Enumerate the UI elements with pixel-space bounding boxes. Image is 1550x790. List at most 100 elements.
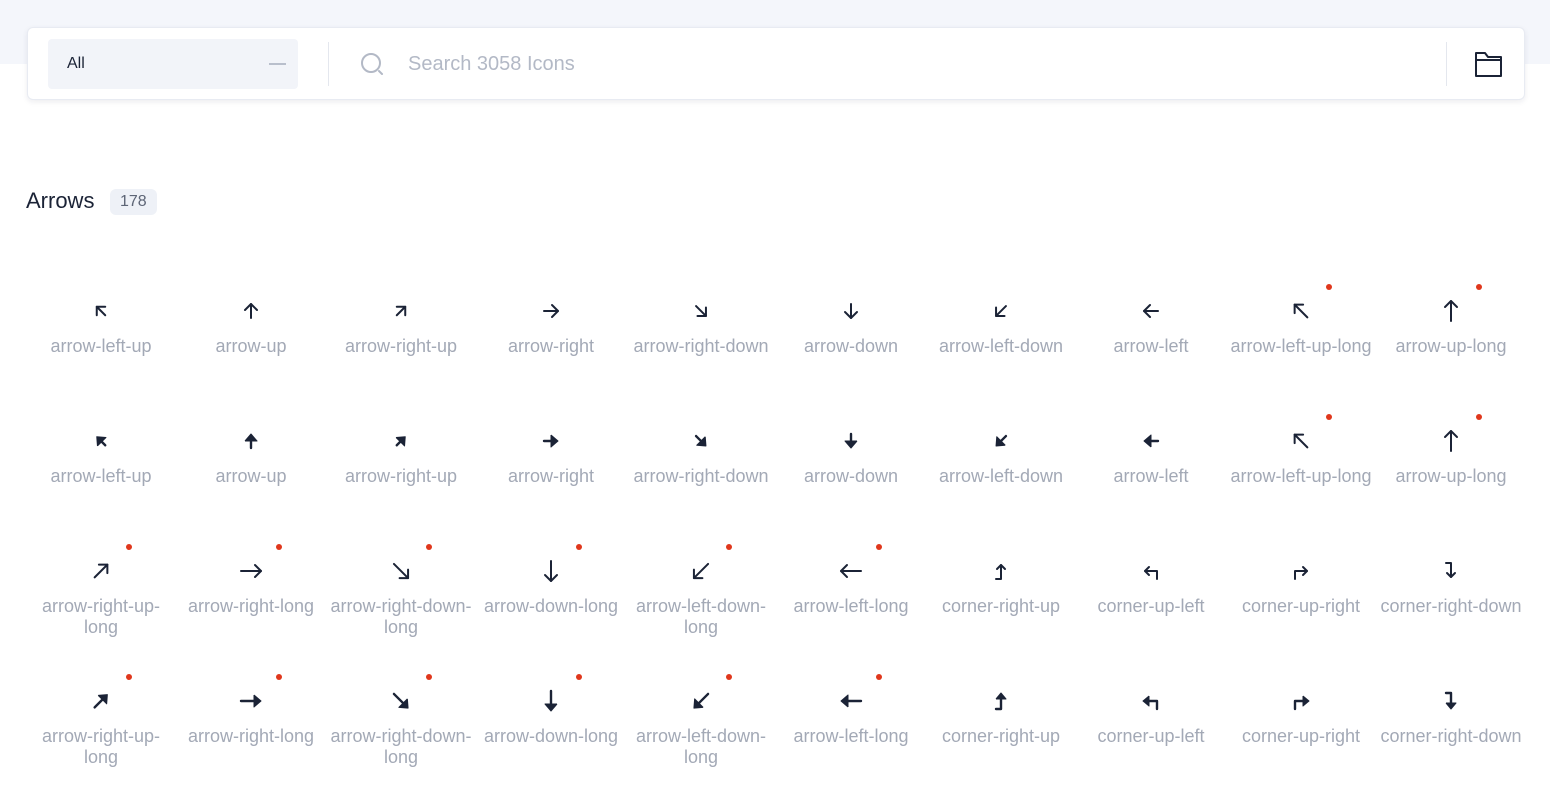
- arrow-right-up-icon: [387, 427, 415, 455]
- icon-tile[interactable]: arrow-left-up-long: [1226, 270, 1376, 400]
- arrow-left-down-long-icon: [687, 687, 715, 715]
- icon-tile[interactable]: corner-up-right: [1226, 660, 1376, 790]
- icon-tile[interactable]: arrow-right-up-long: [26, 660, 176, 790]
- icon-tile[interactable]: arrow-right-up: [326, 270, 476, 400]
- icon-tile[interactable]: corner-right-down: [1376, 660, 1526, 790]
- icon-tile[interactable]: arrow-right: [476, 400, 626, 530]
- arrow-up-long-icon: [1437, 427, 1465, 455]
- icon-tile[interactable]: corner-up-right: [1226, 530, 1376, 660]
- icon-tile[interactable]: arrow-up-long: [1376, 270, 1526, 400]
- corner-right-down-icon: [1437, 557, 1465, 585]
- icon-tile[interactable]: corner-right-down: [1376, 530, 1526, 660]
- icon-tile[interactable]: arrow-right-long: [176, 530, 326, 660]
- icon-label: arrow-left-down-long: [635, 596, 767, 637]
- arrow-left-up-long-icon: [1287, 427, 1315, 455]
- icon-label: arrow-right: [507, 466, 595, 486]
- new-indicator-dot: [426, 544, 432, 550]
- icon-label: arrow-left: [1113, 336, 1189, 356]
- section-count-badge: 178: [110, 189, 157, 215]
- icon-label: arrow-up: [215, 466, 287, 486]
- new-indicator-dot: [1326, 284, 1332, 290]
- new-indicator-dot: [876, 544, 882, 550]
- icon-label: arrow-right-down: [633, 466, 769, 486]
- icon-tile[interactable]: arrow-down: [776, 400, 926, 530]
- icon-label: corner-right-up: [941, 596, 1061, 616]
- icon-tile[interactable]: corner-right-up: [926, 530, 1076, 660]
- icon-tile[interactable]: arrow-left-down: [926, 400, 1076, 530]
- icon-tile[interactable]: arrow-left-long: [776, 530, 926, 660]
- icon-tile[interactable]: arrow-up-long: [1376, 400, 1526, 530]
- folder-button[interactable]: [1468, 48, 1508, 80]
- new-indicator-dot: [1326, 414, 1332, 420]
- icon-tile[interactable]: arrow-down-long: [476, 530, 626, 660]
- arrow-left-up-icon: [87, 297, 115, 325]
- icon-tile[interactable]: arrow-right: [476, 270, 626, 400]
- icon-tile[interactable]: corner-up-left: [1076, 530, 1226, 660]
- icon-label: arrow-right-up: [344, 466, 458, 486]
- icon-tile[interactable]: arrow-right-down-long: [326, 530, 476, 660]
- icon-label: arrow-left-up-long: [1230, 466, 1372, 486]
- icon-tile[interactable]: arrow-left-up: [26, 270, 176, 400]
- search-toolbar: All: [27, 27, 1525, 100]
- icon-tile[interactable]: arrow-down: [776, 270, 926, 400]
- arrow-up-icon: [237, 297, 265, 325]
- icon-tile[interactable]: arrow-left-long: [776, 660, 926, 790]
- icon-tile[interactable]: arrow-left-down: [926, 270, 1076, 400]
- new-indicator-dot: [876, 674, 882, 680]
- arrow-left-down-long-icon: [687, 557, 715, 585]
- corner-up-left-icon: [1137, 557, 1165, 585]
- icon-tile[interactable]: arrow-left-up-long: [1226, 400, 1376, 530]
- icon-label: arrow-down-long: [483, 596, 619, 616]
- icon-label: arrow-left-long: [793, 596, 909, 616]
- icon-tile[interactable]: arrow-right-up-long: [26, 530, 176, 660]
- new-indicator-dot: [726, 674, 732, 680]
- arrow-right-up-long-icon: [87, 557, 115, 585]
- arrow-left-up-long-icon: [1287, 297, 1315, 325]
- new-indicator-dot: [1476, 284, 1482, 290]
- category-select-value: All: [67, 55, 85, 72]
- icon-label: arrow-right-long: [187, 596, 315, 616]
- icon-tile[interactable]: arrow-left: [1076, 270, 1226, 400]
- icon-tile[interactable]: corner-up-left: [1076, 660, 1226, 790]
- new-indicator-dot: [126, 544, 132, 550]
- icon-tile[interactable]: arrow-right-long: [176, 660, 326, 790]
- icon-tile[interactable]: corner-right-up: [926, 660, 1076, 790]
- arrow-right-down-long-icon: [387, 687, 415, 715]
- icon-label: arrow-right-up-long: [41, 726, 161, 767]
- new-indicator-dot: [576, 544, 582, 550]
- icon-tile[interactable]: arrow-left-down-long: [626, 660, 776, 790]
- new-indicator-dot: [576, 674, 582, 680]
- arrow-right-long-icon: [237, 687, 265, 715]
- icon-tile[interactable]: arrow-right-up: [326, 400, 476, 530]
- arrow-left-down-icon: [987, 297, 1015, 325]
- new-indicator-dot: [1476, 414, 1482, 420]
- icon-tile[interactable]: arrow-left-up: [26, 400, 176, 530]
- corner-up-right-icon: [1287, 557, 1315, 585]
- toolbar-divider: [328, 42, 329, 86]
- icon-label: arrow-left-up: [50, 466, 152, 486]
- arrow-left-long-icon: [837, 557, 865, 585]
- icon-tile[interactable]: arrow-up: [176, 400, 326, 530]
- icon-tile[interactable]: arrow-left-down-long: [626, 530, 776, 660]
- icon-tile[interactable]: arrow-right-down: [626, 400, 776, 530]
- icon-label: arrow-up-long: [1395, 466, 1507, 486]
- icon-label: arrow-left: [1113, 466, 1189, 486]
- new-indicator-dot: [426, 674, 432, 680]
- icon-label: arrow-left-down: [938, 466, 1064, 486]
- icon-label: arrow-right-down-long: [330, 596, 472, 637]
- corner-right-up-icon: [987, 557, 1015, 585]
- icon-tile[interactable]: arrow-right-down: [626, 270, 776, 400]
- category-select[interactable]: All: [48, 39, 298, 89]
- icon-tile[interactable]: arrow-down-long: [476, 660, 626, 790]
- icon-label: arrow-down-long: [483, 726, 619, 746]
- icon-tile[interactable]: arrow-up: [176, 270, 326, 400]
- search-icon: [360, 52, 386, 78]
- icon-label: arrow-up: [215, 336, 287, 356]
- icon-label: corner-up-right: [1241, 596, 1361, 616]
- corner-right-down-icon: [1437, 687, 1465, 715]
- icon-label: arrow-right-up: [344, 336, 458, 356]
- icon-tile[interactable]: arrow-left: [1076, 400, 1226, 530]
- search-input[interactable]: [408, 46, 1428, 82]
- icon-label: arrow-left-up-long: [1230, 336, 1372, 356]
- icon-tile[interactable]: arrow-right-down-long: [326, 660, 476, 790]
